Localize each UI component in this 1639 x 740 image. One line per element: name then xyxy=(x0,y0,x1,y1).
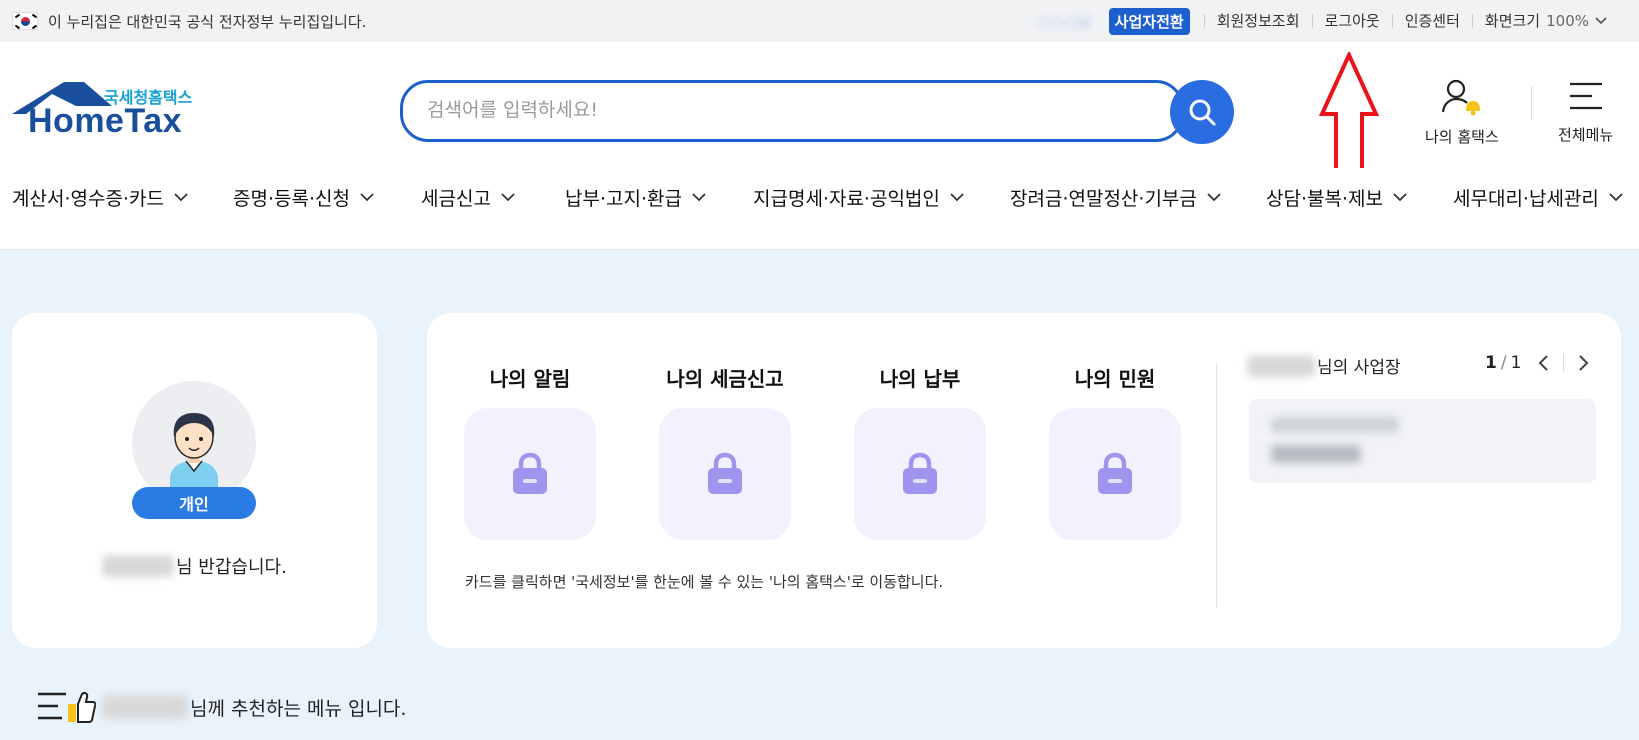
hometax-logo[interactable]: 국세청홈택스 HomeTax xyxy=(12,78,202,142)
korea-flag-icon xyxy=(12,12,38,30)
blurred-username xyxy=(102,555,174,577)
search-icon xyxy=(1189,99,1216,126)
biz-switch-button[interactable]: 사업자전환 xyxy=(1108,7,1190,35)
all-menu-label: 전체메뉴 xyxy=(1558,126,1614,144)
nav-item-statements[interactable]: 지급명세·자료·공익법인 xyxy=(753,184,964,211)
nav-item-invoice[interactable]: 계산서·영수증·카드 xyxy=(12,184,188,211)
cert-center-link[interactable]: 인증센터 xyxy=(1391,14,1472,29)
screen-size-label: 화면크기 xyxy=(1484,12,1541,30)
hamburger-menu-icon xyxy=(1569,82,1602,110)
tile-box[interactable] xyxy=(464,408,596,540)
my-info-card: 나의 알림 나의 세금신고 나의 납부 나의 민원 카드를 클릭하면 '국세정보… xyxy=(427,313,1621,648)
nav-item-incentives[interactable]: 장려금·연말정산·기부금 xyxy=(1010,184,1221,211)
profile-card: 개인 님 반갑습니다. xyxy=(12,313,377,648)
tile-box[interactable] xyxy=(1049,408,1181,540)
screen-size-value: 100% xyxy=(1546,12,1589,30)
chevron-down-icon xyxy=(950,193,964,202)
all-menu-button[interactable]: 전체메뉴 xyxy=(1558,78,1613,145)
member-info-link[interactable]: 회원정보조회 xyxy=(1203,14,1312,29)
lock-icon xyxy=(903,452,937,494)
tile-box[interactable] xyxy=(659,408,791,540)
nav-label: 세무대리·납세관리 xyxy=(1453,188,1599,210)
tile-my-payment[interactable]: 나의 납부 xyxy=(854,363,986,540)
tile-my-civil-petition[interactable]: 나의 민원 xyxy=(1049,363,1181,540)
nav-label: 증명·등록·신청 xyxy=(233,188,350,210)
tile-box[interactable] xyxy=(854,408,986,540)
lock-icon xyxy=(1098,452,1132,494)
my-hometax-label: 나의 홈택스 xyxy=(1425,128,1499,146)
business-title-text: 님의 사업장 xyxy=(1317,358,1401,378)
pager-total: 1 xyxy=(1510,353,1522,373)
nav-item-tax-agent[interactable]: 세무대리·납세관리 xyxy=(1453,184,1623,211)
main-navigation: 계산서·영수증·카드 증명·등록·신청 세금신고 납부·고지·환급 지급명세·자… xyxy=(0,168,1639,250)
tile-title: 나의 알림 xyxy=(489,367,571,391)
nav-label: 세금신고 xyxy=(421,188,491,210)
tile-title: 나의 민원 xyxy=(1074,367,1156,391)
blurred-username xyxy=(102,695,188,719)
search-button[interactable] xyxy=(1170,80,1234,144)
thumbs-up-menu-icon xyxy=(38,692,96,723)
nav-label: 장려금·연말정산·기부금 xyxy=(1010,188,1197,210)
search-input[interactable] xyxy=(427,83,1127,137)
nav-item-consultation[interactable]: 상담·불복·제보 xyxy=(1266,184,1407,211)
nav-item-payment[interactable]: 납부·고지·환급 xyxy=(565,184,706,211)
nav-item-tax-return[interactable]: 세금신고 xyxy=(421,184,515,211)
chevron-right-icon[interactable] xyxy=(1578,354,1590,372)
chevron-down-icon xyxy=(174,193,188,202)
chevron-down-icon xyxy=(1393,193,1407,202)
logout-link[interactable]: 로그아웃 xyxy=(1311,14,1392,29)
chevron-left-icon[interactable] xyxy=(1537,354,1549,372)
nav-label: 납부·고지·환급 xyxy=(565,188,682,210)
tile-title: 나의 세금신고 xyxy=(666,367,784,391)
nav-label: 상담·불복·제보 xyxy=(1266,188,1383,210)
chevron-down-icon xyxy=(1207,193,1221,202)
nav-label: 계산서·영수증·카드 xyxy=(12,188,164,210)
greeting-text: 님 반갑습니다. xyxy=(176,557,287,578)
blurred-username xyxy=(1247,354,1315,377)
user-type-badge: 개인 xyxy=(132,487,256,519)
my-hometax-button[interactable]: 나의 홈택스 xyxy=(1425,78,1499,147)
business-item[interactable] xyxy=(1249,399,1596,483)
nav-label: 지급명세·자료·공익법인 xyxy=(753,188,940,210)
tile-my-notifications[interactable]: 나의 알림 xyxy=(464,363,596,540)
chevron-down-icon xyxy=(360,193,374,202)
lock-icon xyxy=(513,452,547,494)
recommend-heading: 님께 추천하는 메뉴 입니다. xyxy=(36,690,406,724)
screen-size-control[interactable]: 화면크기 100% xyxy=(1471,12,1619,30)
blurred-username: ○○○님 xyxy=(1037,12,1091,31)
lock-icon xyxy=(708,452,742,494)
card-divider xyxy=(1216,363,1217,608)
user-bell-icon xyxy=(1441,79,1480,116)
business-title: 님의 사업장 xyxy=(1247,353,1401,378)
recommend-text: 님께 추천하는 메뉴 입니다. xyxy=(190,697,407,720)
pager-separator: / xyxy=(1500,353,1507,373)
gov-notice: 이 누리집은 대한민국 공식 전자정부 누리집입니다. xyxy=(12,11,366,32)
pager-divider xyxy=(1563,354,1565,372)
blurred-business-name xyxy=(1271,445,1361,463)
nav-item-certificate[interactable]: 증명·등록·신청 xyxy=(233,184,374,211)
chevron-down-icon xyxy=(501,193,515,202)
blurred-business-number xyxy=(1271,417,1399,433)
business-pager: 1 / 1 xyxy=(1485,353,1590,373)
chevron-down-icon xyxy=(1609,193,1623,202)
chevron-down-icon xyxy=(692,193,706,202)
tile-help-note: 카드를 클릭하면 '국세정보'를 한눈에 볼 수 있는 '나의 홈택스'로 이동… xyxy=(465,573,944,591)
header-divider xyxy=(1531,86,1532,120)
gov-notice-text: 이 누리집은 대한민국 공식 전자정부 누리집입니다. xyxy=(48,12,367,31)
tile-my-tax-return[interactable]: 나의 세금신고 xyxy=(659,363,791,540)
pager-current: 1 xyxy=(1485,353,1497,373)
top-links: ○○○님 사업자전환 회원정보조회 로그아웃 인증센터 화면크기 100% xyxy=(1038,0,1619,42)
chevron-down-icon xyxy=(1595,17,1607,25)
tile-title: 나의 납부 xyxy=(879,367,961,391)
top-utility-bar: 이 누리집은 대한민국 공식 전자정부 누리집입니다. ○○○님 사업자전환 회… xyxy=(0,0,1639,42)
logo-title: HomeTax xyxy=(28,102,183,140)
greeting: 님 반갑습니다. xyxy=(102,553,287,579)
red-arrow-annotation xyxy=(1318,52,1380,182)
search-box[interactable] xyxy=(400,80,1184,142)
